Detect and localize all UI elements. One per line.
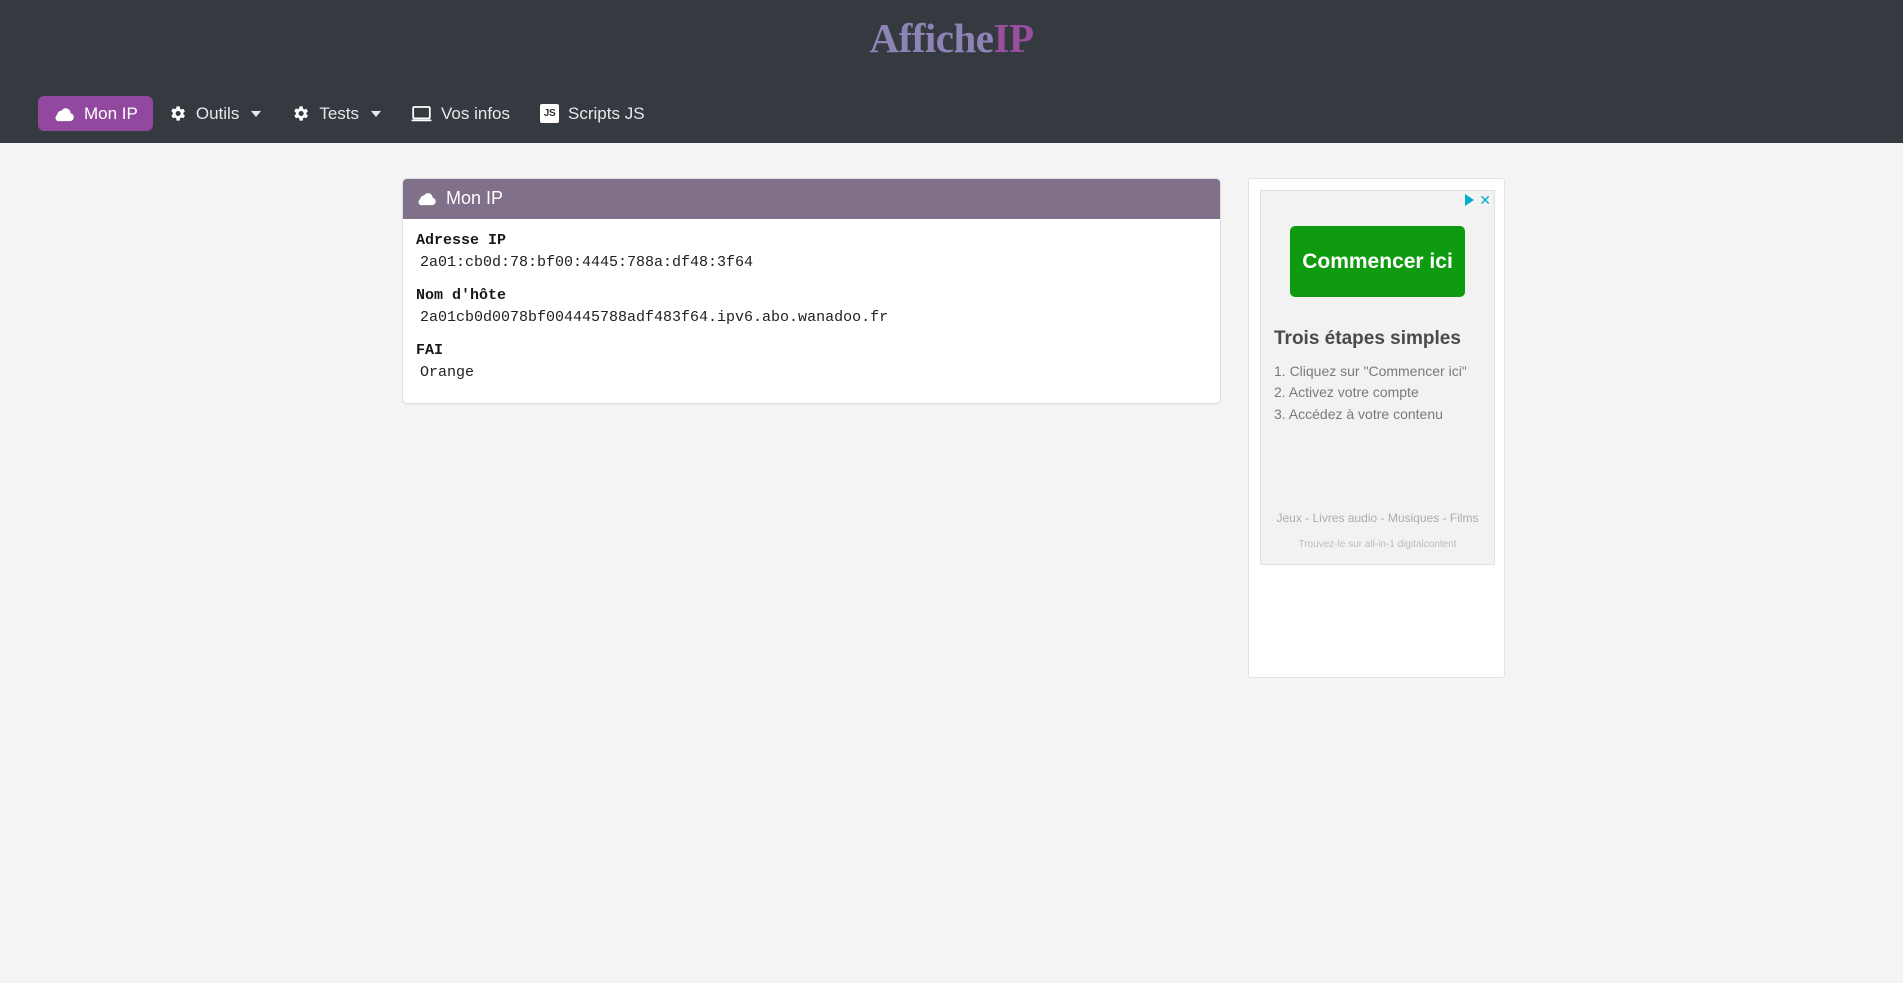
ad-controls: ✕ <box>1465 193 1491 207</box>
field-label-nom-hote: Nom d'hôte <box>416 286 507 304</box>
nav-label-scripts-js: Scripts JS <box>568 104 645 123</box>
ad-step-3: 3. Accédez à votre contenu <box>1274 405 1443 422</box>
ad-footer-line-1: Jeux - Livres audio - Musiques - Films <box>1276 511 1479 525</box>
ad-step-2: 2. Activez votre compte <box>1274 384 1419 401</box>
ad-creative[interactable]: ✕ Commencer ici Trois étapes simples 1. … <box>1260 190 1495 565</box>
nav-item-outils[interactable]: Outils <box>153 95 276 132</box>
card-header: Mon IP <box>403 179 1220 219</box>
card-title: Mon IP <box>446 188 504 208</box>
gear-icon <box>291 104 310 123</box>
field-adresse-ip: Adresse IP 2a01:cb0d:78:bf00:4445:788a:d… <box>416 232 1207 271</box>
close-icon[interactable]: ✕ <box>1479 193 1491 207</box>
field-value-fai: Orange <box>420 363 475 381</box>
logo-text-ip: IP <box>993 15 1035 61</box>
ad-footer: Jeux - Livres audio - Musiques - Films T… <box>1261 511 1494 550</box>
nav-item-tests[interactable]: Tests <box>276 95 396 132</box>
field-fai: FAI Orange <box>416 342 1207 381</box>
page-body: Mon IP Adresse IP 2a01:cb0d:78:bf00:4445… <box>0 143 1903 855</box>
ad-step-1: 1. Cliquez sur "Commencer ici" <box>1274 363 1467 379</box>
field-label-adresse-ip: Adresse IP <box>416 231 507 249</box>
chevron-down-icon <box>251 110 262 117</box>
site-header: AfficheIP Mon IP Outils Tests Vos infos … <box>0 0 1903 143</box>
nav-item-mon-ip[interactable]: Mon IP <box>38 96 153 131</box>
nav-label-outils: Outils <box>195 104 240 123</box>
nav-label-tests: Tests <box>319 104 360 123</box>
ad-footer-line-2: Trouvez-le sur all-in-1 digitalcontent <box>1298 539 1457 550</box>
cloud-icon <box>416 191 437 206</box>
card-body: Adresse IP 2a01:cb0d:78:bf00:4445:788a:d… <box>403 219 1220 403</box>
ad-heading: Trois étapes simples <box>1274 328 1461 349</box>
nav-item-vos-infos[interactable]: Vos infos <box>396 96 525 132</box>
logo-text-affiche: Affiche <box>869 15 994 61</box>
ad-steps-list: 1. Cliquez sur "Commencer ici" 2. Active… <box>1274 361 1494 425</box>
nav-label-vos-infos: Vos infos <box>441 104 511 123</box>
field-nom-hote: Nom d'hôte 2a01cb0d0078bf004445788adf483… <box>416 287 1207 326</box>
ad-cta-button[interactable]: Commencer ici <box>1290 226 1465 297</box>
gear-icon <box>168 104 187 123</box>
ad-container: ✕ Commencer ici Trois étapes simples 1. … <box>1248 178 1505 678</box>
field-label-fai: FAI <box>416 341 444 359</box>
site-logo[interactable]: AfficheIP <box>0 0 1903 61</box>
content-row: Mon IP Adresse IP 2a01:cb0d:78:bf00:4445… <box>402 178 1505 678</box>
cloud-icon <box>53 106 75 122</box>
field-value-nom-hote: 2a01cb0d0078bf004445788adf483f64.ipv6.ab… <box>420 308 889 326</box>
monitor-icon <box>411 105 432 123</box>
js-badge-icon: JS <box>540 104 560 123</box>
mon-ip-card: Mon IP Adresse IP 2a01:cb0d:78:bf00:4445… <box>402 178 1221 404</box>
nav-item-scripts-js[interactable]: JS Scripts JS <box>525 95 660 132</box>
field-value-adresse-ip: 2a01:cb0d:78:bf00:4445:788a:df48:3f64 <box>420 253 754 271</box>
chevron-down-icon <box>371 110 382 117</box>
main-navigation: Mon IP Outils Tests Vos infos JS Scripts… <box>38 95 660 132</box>
adchoices-triangle-icon[interactable] <box>1465 194 1475 206</box>
nav-label-mon-ip: Mon IP <box>84 104 138 123</box>
